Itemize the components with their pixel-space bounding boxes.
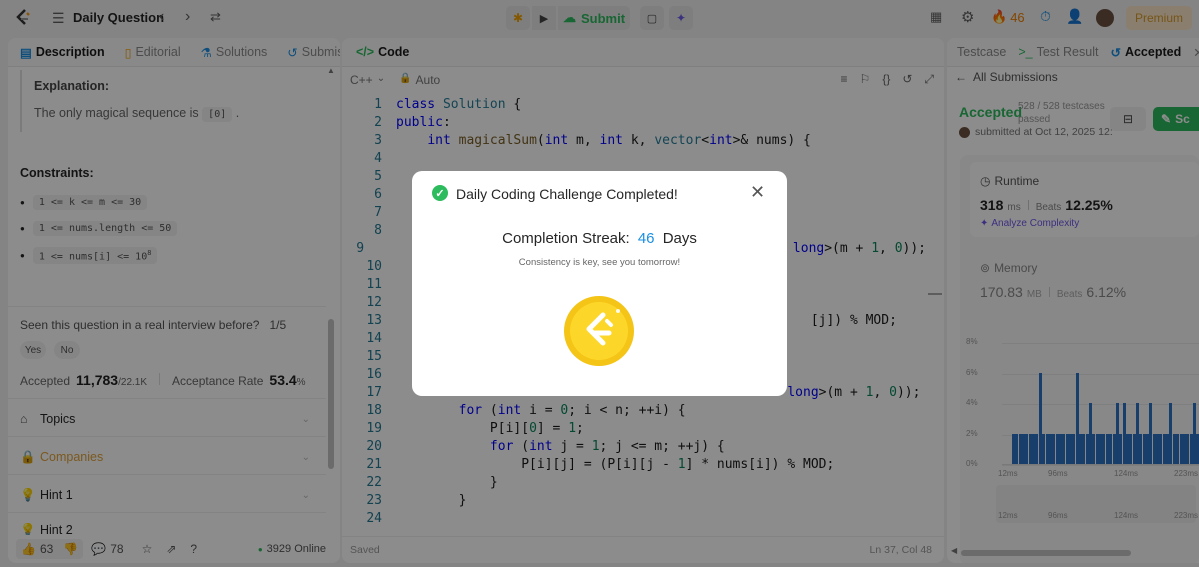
success-check-icon: ✓ bbox=[432, 185, 448, 201]
streak-line: Completion Streak: 46 Days bbox=[502, 230, 697, 247]
close-icon[interactable]: ✕ bbox=[750, 182, 765, 203]
daily-challenge-modal: ✓ Daily Coding Challenge Completed! ✕ Co… bbox=[412, 171, 787, 396]
modal-subtitle: Consistency is key, see you tomorrow! bbox=[518, 257, 681, 268]
modal-title: Daily Coding Challenge Completed! bbox=[456, 186, 678, 202]
leetcode-coin-icon bbox=[563, 295, 635, 367]
